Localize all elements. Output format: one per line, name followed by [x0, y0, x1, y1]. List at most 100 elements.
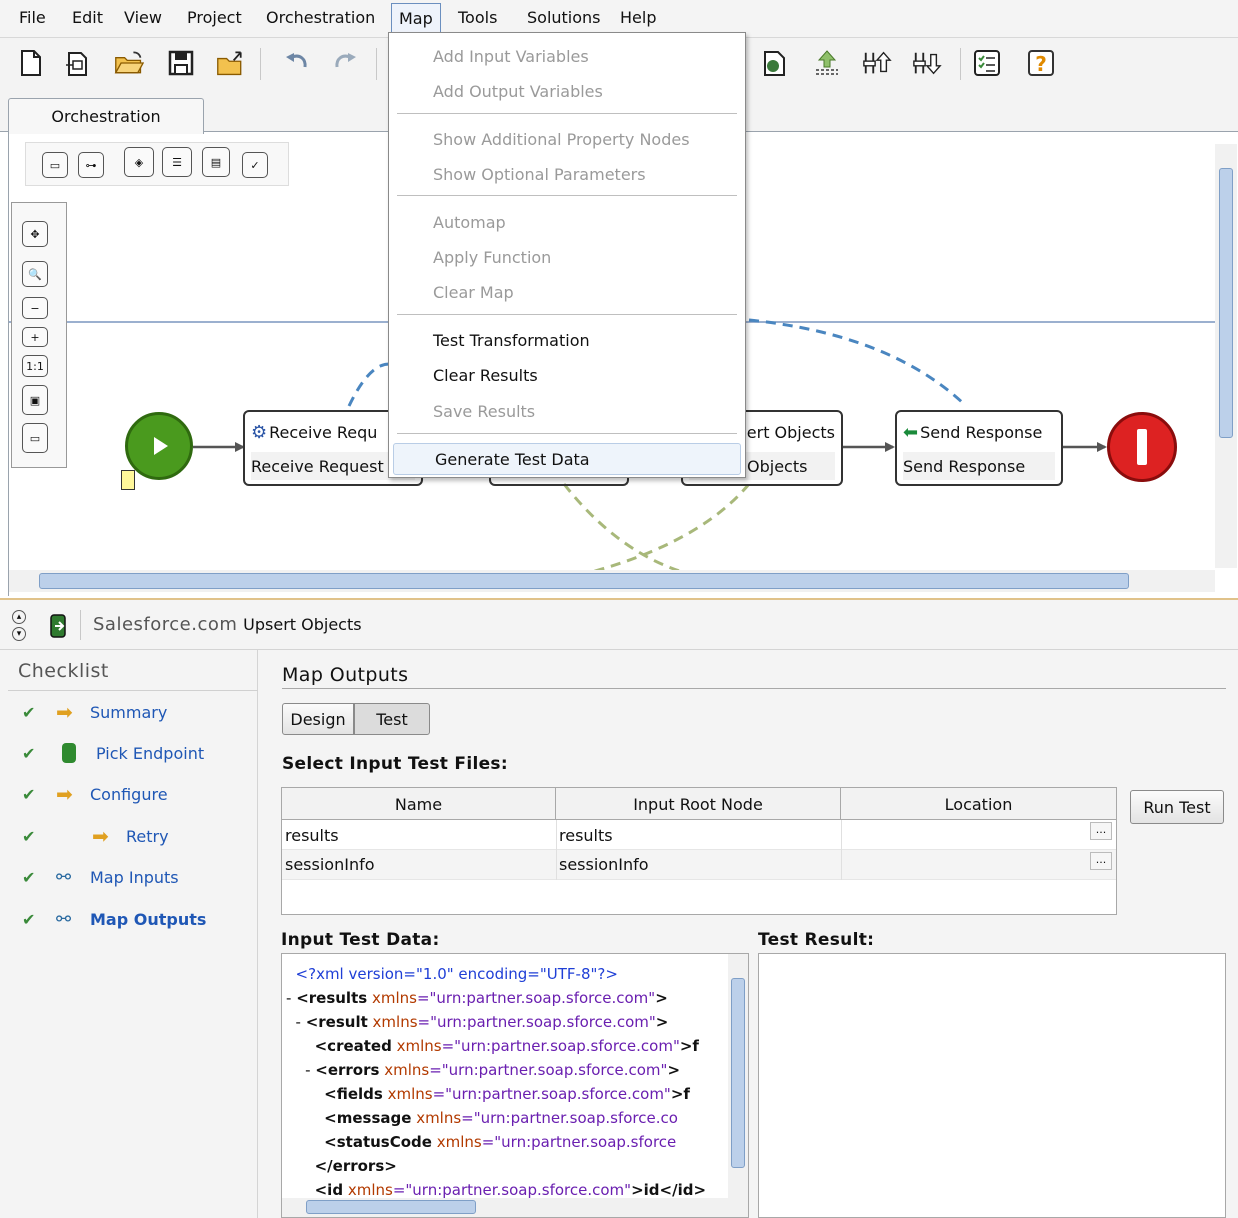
gear-icon: ⚙ [251, 421, 268, 443]
tab-orchestration[interactable]: Orchestration [8, 98, 204, 134]
check-icon: ✔ [22, 909, 36, 929]
checklist-item-configure[interactable]: ✔ ➡ Configure [22, 782, 168, 806]
deploy-icon[interactable] [760, 48, 790, 78]
menu-clear-results[interactable]: Clear Results [433, 366, 538, 385]
map-menu-dropdown: Add Input Variables Add Output Variables… [388, 32, 746, 478]
start-node[interactable] [125, 412, 193, 480]
xml-horizontal-scrollbar[interactable] [282, 1198, 748, 1217]
test-tab[interactable]: Test [354, 703, 430, 735]
open-folder-icon[interactable] [114, 48, 144, 78]
column-header-name[interactable]: Name [282, 788, 556, 820]
menu-automap: Automap [433, 213, 506, 232]
menu-file[interactable]: File [19, 8, 46, 27]
xml-line: - <result xmlns="urn:partner.soap.sforce… [286, 1010, 726, 1034]
xml-tag-close: >f [670, 1085, 690, 1103]
zoom-in-icon[interactable]: + [22, 327, 48, 347]
xml-line: <statusCode xmlns="urn:partner.soap.sfor… [286, 1130, 726, 1154]
test-files-table: Name Input Root Node Location results re… [281, 787, 1117, 915]
menu-help[interactable]: Help [620, 8, 656, 27]
xml-tag-close: >f [679, 1037, 699, 1055]
check-icon: ✔ [22, 743, 36, 763]
redo-icon[interactable] [330, 48, 360, 78]
xml-value: ="urn:partner.soap.sforce.co [461, 1109, 678, 1127]
palette-branch-icon[interactable]: ☰ [162, 147, 192, 177]
move-down-icon[interactable] [912, 48, 942, 78]
map-icon: ⚯ [56, 908, 72, 930]
check-icon: ✔ [22, 826, 36, 846]
xml-tag: <statusCode [324, 1133, 432, 1151]
fit-page-icon[interactable]: ▣ [22, 385, 48, 415]
stop-icon [1137, 429, 1147, 465]
collapse-icon[interactable]: ▴ ▾ [12, 610, 26, 642]
test-result-viewer[interactable] [758, 953, 1226, 1218]
stop-node[interactable] [1107, 412, 1177, 482]
menu-solutions[interactable]: Solutions [527, 8, 601, 27]
table-row[interactable]: sessionInfo sessionInfo ... [282, 850, 1116, 880]
select-files-label: Select Input Test Files: [282, 754, 508, 774]
map-icon: ⚯ [56, 866, 72, 888]
menu-test-transformation[interactable]: Test Transformation [433, 331, 590, 350]
fit-width-icon[interactable]: ▭ [22, 423, 48, 453]
xml-content: <?xml version="1.0" encoding="UTF-8"?> - … [286, 962, 726, 1198]
table-row[interactable]: results results ... [282, 820, 1116, 850]
palette-document-icon[interactable]: ▤ [202, 147, 230, 177]
node-title: Receive Requ [269, 422, 378, 442]
xml-indent [286, 1133, 324, 1151]
menu-orchestration[interactable]: Orchestration [266, 8, 375, 27]
xml-line: <?xml version="1.0" encoding="UTF-8"?> [286, 962, 726, 986]
xml-attribute: xmlns [431, 1133, 482, 1151]
new-project-icon[interactable] [62, 48, 92, 78]
new-file-icon[interactable] [16, 48, 46, 78]
export-icon[interactable] [216, 48, 246, 78]
xml-vertical-scrollbar[interactable] [728, 954, 748, 1200]
move-up-icon[interactable] [862, 48, 892, 78]
palette-validate-icon[interactable]: ✓ [242, 152, 268, 178]
palette-activity-icon[interactable]: ▭ [42, 152, 68, 178]
send-response-node[interactable]: ⬅ Send Response Send Response [895, 410, 1063, 486]
note-icon[interactable] [121, 470, 135, 490]
zoom-reset-button[interactable]: 1:1 [22, 355, 48, 377]
checklist-item-pick-endpoint[interactable]: ✔ Pick Endpoint [22, 741, 204, 765]
browse-button[interactable]: ... [1090, 852, 1112, 870]
column-header-root[interactable]: Input Root Node [556, 788, 841, 820]
xml-line: <id xmlns="urn:partner.soap.sforce.com">… [286, 1178, 726, 1198]
help-icon[interactable]: ? [1026, 48, 1056, 78]
xml-tag: </errors> [314, 1157, 397, 1175]
run-test-button[interactable]: Run Test [1130, 790, 1224, 824]
checklist-item-retry[interactable]: ✔ ➡ Retry [22, 824, 169, 848]
menu-generate-test-data[interactable]: Generate Test Data [435, 450, 590, 469]
checklist-item-map-inputs[interactable]: ✔ ⚯ Map Inputs [22, 865, 179, 889]
menu-map[interactable]: Map [391, 3, 441, 34]
menu-show-optional-parameters: Show Optional Parameters [433, 165, 646, 184]
upload-icon[interactable] [812, 48, 842, 78]
palette-decision-icon[interactable]: ◈ [124, 147, 154, 177]
design-tab[interactable]: Design [282, 703, 354, 735]
zoom-out-icon[interactable]: − [22, 297, 48, 319]
menu-view[interactable]: View [124, 8, 162, 27]
zoom-icon[interactable]: 🔍 [22, 261, 48, 287]
canvas-horizontal-scrollbar[interactable] [9, 570, 1215, 592]
xml-attribute: xmlns [382, 1085, 433, 1103]
check-icon: ✔ [22, 702, 36, 722]
column-header-location[interactable]: Location [841, 788, 1116, 820]
checklist-item-map-outputs[interactable]: ✔ ⚯ Map Outputs [22, 907, 206, 931]
xml-tag: <fields [324, 1085, 383, 1103]
canvas-vertical-scrollbar[interactable] [1215, 144, 1237, 568]
pan-icon[interactable]: ✥ [22, 221, 48, 247]
xml-attribute: xmlns [343, 1181, 393, 1198]
checklist-icon[interactable] [972, 48, 1002, 78]
xml-attribute: xmlns [379, 1061, 430, 1079]
menu-tools[interactable]: Tools [458, 8, 497, 27]
menu-edit[interactable]: Edit [72, 8, 103, 27]
input-test-data-viewer[interactable]: <?xml version="1.0" encoding="UTF-8"?> - … [281, 953, 749, 1218]
arrow-icon: ➡ [92, 824, 109, 848]
checklist-item-summary[interactable]: ✔ ➡ Summary [22, 700, 167, 724]
browse-button[interactable]: ... [1090, 822, 1112, 840]
menu-project[interactable]: Project [187, 8, 242, 27]
palette-link-icon[interactable]: ⊶ [78, 152, 104, 178]
xml-indent: - [286, 989, 297, 1007]
undo-icon[interactable] [282, 48, 312, 78]
menu-add-output-variables: Add Output Variables [433, 82, 603, 101]
check-icon: ✔ [22, 784, 36, 804]
save-icon[interactable] [166, 48, 196, 78]
